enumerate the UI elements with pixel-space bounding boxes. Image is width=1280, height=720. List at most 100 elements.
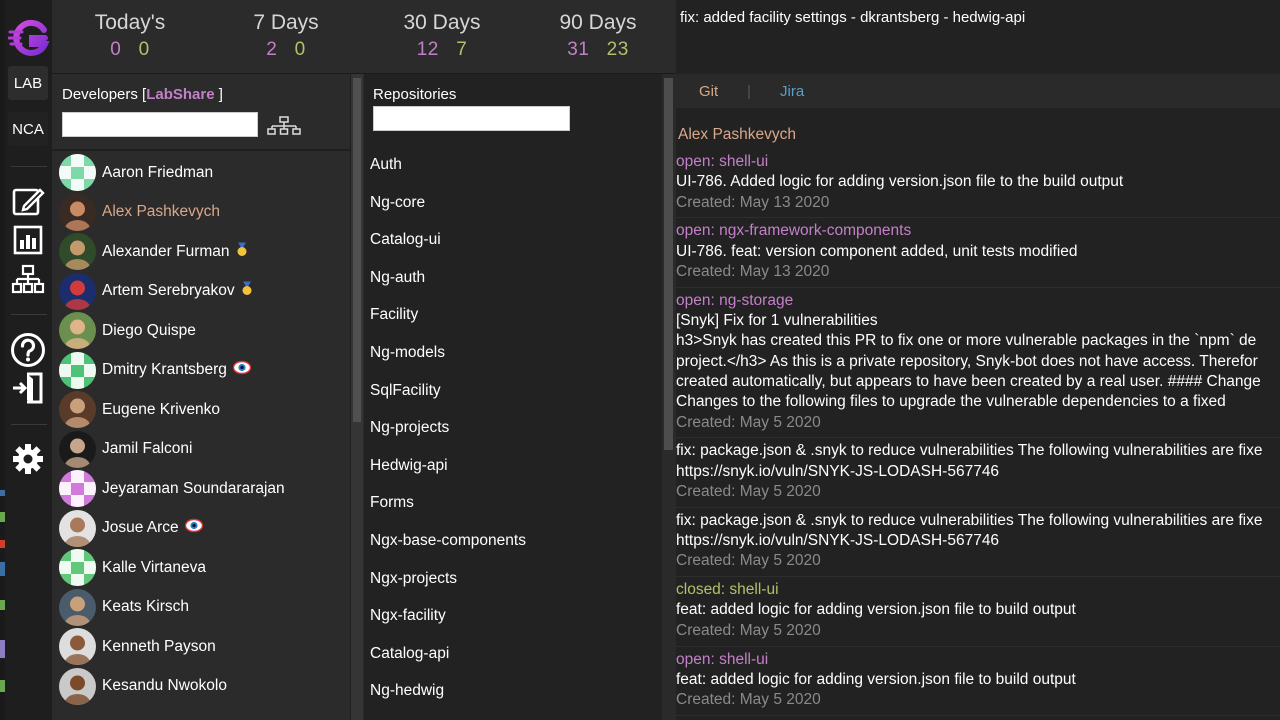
pull-request-entry[interactable]: fix: package.json & .snyk to reduce vuln… [676, 511, 1280, 572]
repository-item[interactable]: Ng-auth [370, 269, 425, 287]
pull-request-entry[interactable]: open: ng-storage [Snyk] Fix for 1 vulnera… [676, 291, 1280, 433]
developer-name: Josue Arce [102, 519, 179, 537]
pull-request-text: feat: added logic for adding version.jso… [676, 601, 1076, 619]
repository-item[interactable]: Ng-projects [370, 419, 449, 437]
stat-open-count: 2 [266, 39, 278, 60]
avatar [59, 430, 96, 468]
developer-name: Jeyaraman Soundararajan [102, 479, 285, 497]
developer-item[interactable]: Alexander Furman [52, 232, 351, 272]
created-date: Created: May 13 2020 [676, 262, 830, 280]
pull-request-text: UI-786. feat: version component added, u… [676, 242, 1078, 260]
eye-icon [232, 361, 252, 380]
stat-90-days: 90 Days 31 23 [520, 11, 676, 61]
pull-request-status: open: ng-storage [676, 291, 794, 309]
developer-name: Alexander Furman [102, 242, 230, 260]
developer-item[interactable]: Artem Serebryakov [52, 272, 351, 312]
detail-title: fix: added facility settings - dkrantsbe… [680, 9, 1026, 26]
logout-icon[interactable] [9, 369, 47, 407]
developer-item[interactable]: Kalle Virtaneva [52, 548, 351, 588]
settings-gear-icon[interactable] [9, 440, 47, 478]
created-date: Created: May 5 2020 [676, 621, 821, 639]
repository-item[interactable]: Forms [370, 494, 414, 512]
repository-item[interactable]: Ng-hedwig [370, 682, 444, 700]
edit-icon[interactable] [9, 183, 47, 221]
developers-panel: Developers [LabShare ] Aaron Friedman Ale… [52, 74, 351, 720]
stat-open-count: 31 [567, 39, 590, 60]
pull-request-text: Changes to the following files to upgrad… [676, 393, 1226, 411]
entry-divider [676, 715, 1280, 716]
repository-item[interactable]: Ng-models [370, 344, 445, 362]
entry-divider [676, 437, 1280, 439]
repository-item[interactable]: Catalog-ui [370, 231, 441, 249]
developer-search-input[interactable] [62, 112, 258, 137]
avatar [59, 391, 96, 429]
developer-item[interactable]: Kenneth Payson [52, 627, 351, 667]
pull-request-status: open: shell-ui [676, 650, 769, 668]
medal-icon [236, 242, 248, 261]
repository-item[interactable]: SqlFacility [370, 382, 441, 400]
repository-item[interactable]: Ngx-facility [370, 607, 446, 625]
stats-header: Today's 0 0 7 Days 2 0 30 Days 12 7 90 D… [52, 0, 676, 74]
repository-scrollbar[interactable] [662, 74, 676, 720]
repository-item[interactable]: Auth [370, 156, 402, 174]
pull-request-status: open: ngx-framework-components [676, 222, 912, 240]
help-icon[interactable] [9, 331, 47, 369]
entry-divider [676, 217, 1280, 219]
repository-item[interactable]: Ngx-projects [370, 570, 457, 588]
app-logo-icon[interactable] [7, 18, 50, 60]
tab-git[interactable]: Git [699, 83, 718, 100]
detail-panel: fix: added facility settings - dkrantsbe… [676, 0, 1280, 720]
entry-divider [676, 286, 1280, 288]
repository-item[interactable]: Facility [370, 306, 418, 324]
entry-divider [676, 576, 1280, 578]
repository-item[interactable]: Ng-core [370, 194, 425, 212]
pull-request-entry[interactable]: open: ngx-framework-components UI-786. fe… [676, 221, 1280, 282]
developer-item[interactable]: Keats Kirsch [52, 588, 351, 628]
pull-request-text: fix: package.json & .snyk to reduce vuln… [676, 511, 1263, 529]
repository-scroll-thumb[interactable] [664, 78, 673, 450]
nca-button[interactable]: NCA [8, 112, 48, 146]
eye-icon [184, 519, 204, 538]
pull-request-entry[interactable]: open: shell-ui feat: added logic for addi… [676, 650, 1280, 711]
pull-request-text: h3>Snyk has created this PR to fix one o… [676, 332, 1257, 350]
chart-icon[interactable] [9, 221, 47, 259]
developer-item[interactable]: Alex Pashkevych [52, 193, 351, 233]
developer-item[interactable]: Aaron Friedman [52, 153, 351, 193]
entry-divider [676, 506, 1280, 508]
hierarchy-icon[interactable] [9, 261, 47, 299]
developer-item[interactable]: Eugene Krivenko [52, 390, 351, 430]
developer-scroll-thumb[interactable] [353, 78, 361, 422]
icon-rail: LAB NCA [5, 0, 52, 720]
developer-name: Jamil Falconi [102, 440, 193, 458]
developer-name: Kenneth Payson [102, 637, 216, 655]
pull-request-text: created automatically, but appears to ha… [676, 372, 1261, 390]
tab-jira[interactable]: Jira [780, 83, 804, 100]
developer-item[interactable]: Jamil Falconi [52, 430, 351, 470]
repository-item[interactable]: Catalog-api [370, 645, 449, 663]
developer-scrollbar[interactable] [351, 74, 363, 720]
repository-item[interactable]: Hedwig-api [370, 457, 448, 475]
developer-item[interactable]: Diego Quispe [52, 311, 351, 351]
labshare-link[interactable]: LabShare [146, 86, 214, 103]
org-tree-icon[interactable] [266, 114, 302, 138]
avatar [59, 549, 96, 587]
developer-item[interactable]: Josue Arce [52, 509, 351, 549]
stat-closed-count: 7 [456, 39, 468, 60]
stat-label: Today's [94, 11, 166, 34]
pull-request-entry[interactable]: fix: package.json & .snyk to reduce vuln… [676, 441, 1280, 502]
author-name: Alex Pashkevych [678, 126, 797, 143]
developer-item[interactable]: Kesandu Nwokolo [52, 667, 351, 707]
created-date: Created: May 13 2020 [676, 193, 830, 211]
pull-request-status: open: shell-ui [676, 153, 769, 170]
pull-request-entry[interactable]: open: shell-ui UI-786. Added logic for ad… [676, 152, 1280, 213]
repository-search-input[interactable] [373, 106, 570, 131]
repository-item[interactable]: Ngx-base-components [370, 532, 526, 550]
avatar [59, 154, 96, 192]
pull-request-entry[interactable]: closed: shell-ui feat: added logic for ad… [676, 580, 1280, 641]
lab-button[interactable]: LAB [8, 66, 48, 100]
developer-item[interactable]: Jeyaraman Soundararajan [52, 469, 351, 509]
developer-item[interactable]: Dmitry Krantsberg [52, 351, 351, 391]
pull-request-status: closed: shell-ui [676, 581, 779, 599]
stat-open-count: 0 [110, 39, 122, 60]
developer-name: Kalle Virtaneva [102, 558, 206, 576]
